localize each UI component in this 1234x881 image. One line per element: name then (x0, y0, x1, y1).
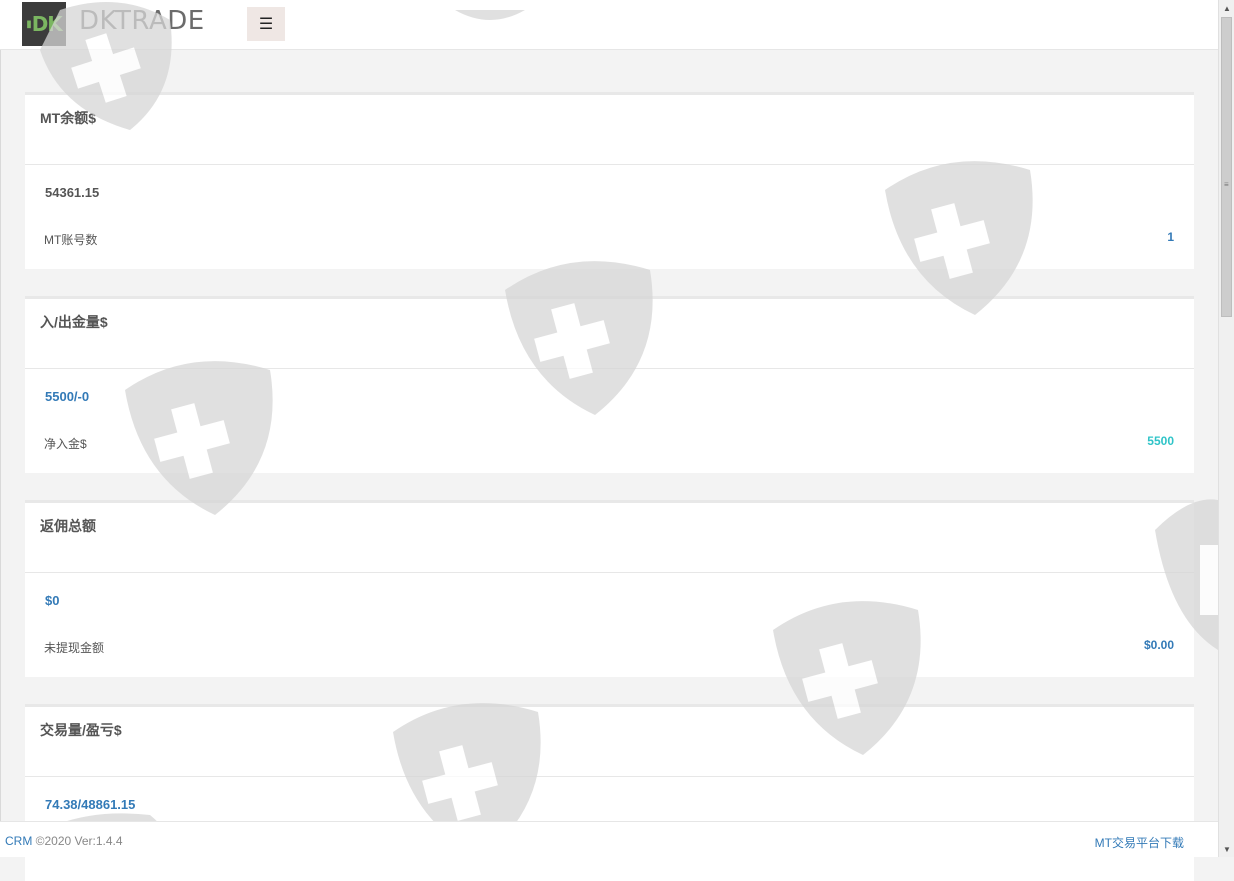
card-title: 返佣总额 (40, 518, 96, 534)
menu-toggle-button[interactable]: ☰ (247, 7, 285, 41)
card-title: MT余额$ (40, 110, 96, 126)
card-deposit-withdraw: 入/出金量$ 5500/-0 净入金$ 5500 (25, 296, 1194, 473)
card-sub-label: MT账号数 (44, 233, 98, 247)
logo-text: DK (31, 12, 63, 36)
divider (25, 164, 1194, 165)
crm-link[interactable]: CRM (5, 834, 32, 848)
card-value: 54361.15 (45, 185, 100, 200)
card-mt-balance: MT余额$ 54361.15 MT账号数 1 (25, 92, 1194, 269)
card-sub-value: 5500 (1147, 434, 1174, 448)
footer: CRM ©2020 Ver:1.4.4 MT交易平台下载 (0, 821, 1218, 857)
vertical-scrollbar[interactable]: ▲ ≡ ▼ (1218, 0, 1234, 857)
mt-download-link[interactable]: MT交易平台下载 (1095, 834, 1184, 851)
scroll-down-arrow-icon[interactable]: ▼ (1219, 841, 1234, 857)
top-navbar: ▮ DK DKTRADE ☰ (0, 0, 1218, 50)
card-sub-label: 净入金$ (44, 437, 87, 451)
card-sub-label: 未提现金额 (44, 641, 105, 655)
divider (25, 368, 1194, 369)
card-value: 74.38/48861.15 (45, 797, 136, 812)
brand-name[interactable]: DKTRADE (79, 6, 205, 36)
card-rebate-total: 返佣总额 $0 未提现金额 $0.00 (25, 500, 1194, 677)
bar-chart-icon: ▮ (26, 18, 31, 30)
divider (25, 776, 1194, 777)
card-sub-value: $0.00 (1143, 638, 1174, 652)
divider (25, 572, 1194, 573)
scroll-up-arrow-icon[interactable]: ▲ (1219, 0, 1234, 16)
hamburger-icon: ☰ (258, 16, 274, 33)
card-sub-value: 1 (1167, 230, 1174, 244)
card-title: 交易量/盈亏$ (40, 722, 122, 738)
logo[interactable]: ▮ DK (22, 2, 66, 46)
scroll-thumb[interactable]: ≡ (1221, 17, 1232, 317)
copyright-text: ©2020 Ver:1.4.4 (32, 834, 123, 848)
card-value: $0 (45, 593, 60, 608)
footer-copyright: CRM ©2020 Ver:1.4.4 (5, 834, 123, 848)
card-value: 5500/-0 (45, 389, 90, 404)
card-title: 入/出金量$ (40, 314, 108, 330)
grip-icon: ≡ (1224, 180, 1229, 189)
